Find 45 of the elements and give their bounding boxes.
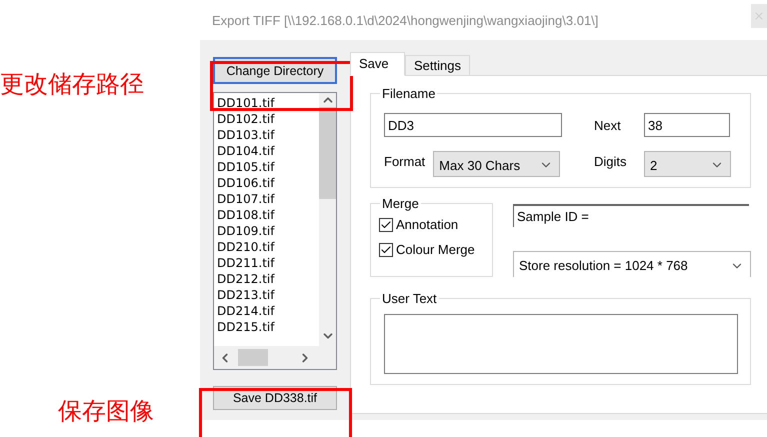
file-list-item[interactable]: DD109.tif [217, 223, 319, 239]
file-list-item[interactable]: DD103.tif [217, 127, 319, 143]
window-title: Export TIFF [\\192.168.0.1\d\2024\hongwenjing\wangxiaojing\3.01\] [212, 12, 598, 28]
check-icon [380, 218, 392, 230]
group-legend: Filename [380, 86, 438, 101]
file-list-item[interactable]: DD106.tif [217, 175, 319, 191]
scroll-thumb[interactable] [319, 107, 336, 199]
annotation-label: 保存图像 [58, 396, 154, 427]
file-list-item[interactable]: DD213.tif [217, 287, 319, 303]
next-field[interactable]: 38 [644, 113, 730, 137]
group-legend: Merge [380, 196, 421, 211]
file-list-item[interactable]: DD214.tif [217, 303, 319, 319]
resolution-dropdown[interactable]: Store resolution = 1024 * 768 [513, 251, 751, 277]
checkbox-label: Annotation [396, 217, 458, 232]
file-list-item[interactable]: DD108.tif [217, 207, 319, 223]
filename-field[interactable]: DD3 [384, 113, 562, 137]
checkbox[interactable] [379, 218, 393, 232]
file-list-item[interactable]: DD104.tif [217, 143, 319, 159]
file-list-item[interactable]: DD101.tif [217, 95, 319, 111]
check-icon [380, 244, 392, 256]
horizontal-scrollbar[interactable] [214, 346, 336, 369]
file-list[interactable]: DD101.tif DD102.tif DD103.tif DD104.tif DD105.tif DD106.tif DD107.tif DD108.tif DD109.tif DD210.tif DD211.tif DD212.tif DD213.tif DD214.tif DD215.tif [213, 92, 337, 370]
format-dropdown[interactable]: Max 30 Chars [433, 151, 560, 177]
annotation-label: 更改储存路径 [0, 69, 144, 100]
group-legend: User Text [380, 291, 439, 306]
file-list-item[interactable]: DD102.tif [217, 111, 319, 127]
checkbox[interactable] [379, 242, 393, 256]
file-list-item[interactable]: DD212.tif [217, 271, 319, 287]
file-list-item[interactable]: DD107.tif [217, 191, 319, 207]
sample-id-field[interactable]: Sample ID = [513, 204, 749, 227]
file-list-item[interactable]: DD215.tif [217, 319, 319, 335]
file-list-item[interactable]: DD210.tif [217, 239, 319, 255]
scroll-thumb[interactable] [238, 349, 268, 366]
digits-dropdown[interactable]: 2 [644, 151, 731, 177]
vertical-scrollbar[interactable] [319, 93, 336, 346]
file-list-item[interactable]: DD105.tif [217, 159, 319, 175]
tab[interactable]: Settings [405, 55, 470, 76]
format-label: Format [384, 154, 426, 168]
digits-label: Digits [594, 154, 628, 168]
tab[interactable]: Save [350, 52, 405, 76]
close-icon [753, 10, 765, 22]
user-text-field[interactable] [384, 314, 738, 374]
file-list-item[interactable]: DD211.tif [217, 255, 319, 271]
next-label: Next [594, 118, 622, 132]
checkbox-label: Colour Merge [396, 242, 475, 257]
